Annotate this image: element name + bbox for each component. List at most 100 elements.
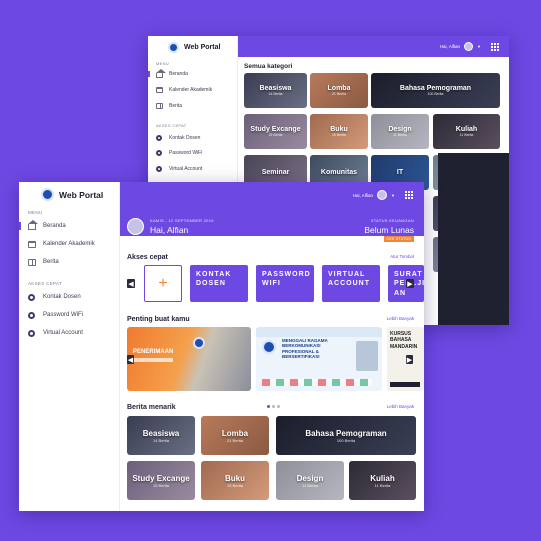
category-name: Design [388, 126, 412, 133]
sidebar-item-berita[interactable]: Berita [148, 101, 238, 111]
category-tile[interactable]: Buku 15 Berita [310, 114, 368, 149]
campus-logo-icon [262, 340, 276, 354]
menu-label: MENU [156, 61, 169, 66]
category-tile[interactable]: Design 11 Berita [371, 114, 429, 149]
banner-header [256, 327, 382, 337]
important-more-link[interactable]: Lebih Banyak [387, 316, 414, 321]
category-tile[interactable]: Study Excange 15 Berita [244, 114, 307, 149]
category-name: Kuliah [370, 473, 395, 483]
category-tile[interactable]: Beasiswa 14 Berita [127, 416, 195, 455]
sidebar-item-label: Kalender Akademik [169, 87, 213, 93]
shortcut-kontak-dosen[interactable]: KONTAK DOSEN [190, 265, 248, 302]
category-tile[interactable]: Beasiswa 14 Berita [244, 73, 307, 108]
category-name: Study Excange [250, 126, 301, 133]
category-name: Kuliah [455, 126, 478, 133]
brand-title: Web Portal [59, 189, 104, 200]
greeting: Hai, Alfian [150, 225, 189, 235]
news-title: Berita menarik [127, 404, 176, 411]
home-icon [28, 220, 38, 230]
sidebar-item-virtual-account[interactable]: Virtual Account [148, 164, 238, 174]
user-greeting: Hai, Alfian [352, 192, 374, 198]
logo-icon [41, 188, 54, 201]
category-tile[interactable]: Bahasa Pemograman 100 Berita [371, 73, 500, 108]
sidebar: Web Portal MENU Beranda Kalender Akademi… [19, 182, 120, 511]
add-shortcut-button[interactable]: + [144, 265, 182, 302]
category-tile[interactable]: Buku 15 Berita [201, 461, 269, 500]
calendar-icon [156, 87, 163, 93]
status-label: STATUS KEUANGAN [370, 218, 414, 223]
category-count: 11 Berita [393, 133, 407, 137]
category-tile[interactable]: Lomba 21 Berita [310, 73, 368, 108]
banner-penerimaan[interactable]: PENERIMAAN [127, 327, 251, 391]
chevron-right-icon[interactable]: ▶ [406, 355, 413, 364]
chevron-down-icon[interactable]: ▼ [391, 193, 395, 198]
date-label: KAMIS - 12 SEPTEMBER 2019 [150, 218, 214, 223]
banner-text: PENERIMAAN [133, 349, 174, 355]
avatar[interactable] [464, 42, 474, 51]
sidebar-item-kalender[interactable]: Kalender Akademik [148, 85, 238, 95]
category-count: 11 Berita [374, 482, 391, 488]
sidebar-item-kalender[interactable]: Kalender Akademik [19, 238, 120, 250]
sidebar-item-beranda[interactable]: Beranda [19, 220, 120, 232]
category-name: Seminar [261, 169, 290, 176]
brand[interactable]: Web Portal [168, 42, 220, 53]
category-tile[interactable]: Design 11 Berita [276, 461, 344, 500]
category-count: 21 Berita [331, 92, 346, 96]
manage-buttons-link[interactable]: Atur Tombol [390, 254, 414, 259]
sidebar-item-label: Berita [43, 259, 59, 265]
carousel-dots[interactable] [267, 395, 282, 413]
sidebar-item-beranda[interactable]: Beranda [148, 68, 238, 79]
circle-icon [28, 329, 35, 337]
category-count: 100 Berita [427, 92, 444, 96]
sidebar-item-kontak-dosen[interactable]: Kontak Dosen [19, 291, 120, 303]
category-tile[interactable]: Lomba 21 Berita [201, 416, 269, 455]
user-menu[interactable]: Hai, Alfian ▼ [353, 190, 413, 200]
sidebar-item-password-wifi[interactable]: Password WiFi [19, 309, 120, 321]
chevron-right-icon[interactable]: ▶ [406, 279, 414, 288]
grid-icon[interactable] [405, 191, 413, 199]
banner-title: KURSUS BAHASA MANDARIN [390, 331, 418, 350]
status-value: Belum Lunas [364, 225, 414, 235]
chevron-left-icon[interactable]: ◀ [127, 279, 135, 288]
circle-icon [156, 135, 162, 141]
quick-label: AKSES CEPAT [28, 281, 62, 286]
sidebar-item-virtual-account[interactable]: Virtual Account [19, 327, 120, 339]
category-name: Design [296, 473, 324, 483]
grid-icon[interactable] [491, 42, 499, 51]
brand-title: Web Portal [184, 44, 221, 51]
sidebar-item-berita[interactable]: Berita [19, 256, 120, 268]
home-icon [156, 68, 166, 78]
category-count: 15 Berita [268, 133, 283, 137]
book-icon [28, 258, 36, 266]
avatar[interactable] [377, 190, 388, 200]
shortcut-password-wifi[interactable]: PASSWORD WIFI [256, 265, 314, 302]
category-count: 11 Berita [302, 482, 318, 488]
sidebar-item-label: Kontak Dosen [43, 294, 81, 300]
status-badge[interactable]: CEK STATUS [383, 236, 414, 242]
shortcut-virtual-account[interactable]: VIRTUAL ACCOUNT [322, 265, 380, 302]
category-tile[interactable]: Kuliah 11 Berita [349, 461, 416, 500]
circle-icon [156, 150, 162, 156]
quick-label: AKSES CEPAT [156, 123, 187, 128]
brand[interactable]: Web Portal [41, 188, 103, 201]
category-tile[interactable]: Study Excange 15 Berita [127, 461, 195, 500]
category-name: Bahasa Pemograman [399, 85, 472, 92]
profile-avatar[interactable] [127, 218, 144, 235]
category-name: Lomba [327, 85, 351, 92]
calendar-icon [28, 240, 36, 248]
sidebar-item-kontak-dosen[interactable]: Kontak Dosen [148, 133, 238, 143]
top-bar: Hai, Alfian ▼ [238, 36, 509, 57]
sidebar-item-password-wifi[interactable]: Password WiFi [148, 148, 238, 158]
banner-bar [133, 358, 173, 362]
chevron-left-icon[interactable]: ◀ [127, 355, 134, 364]
chevron-down-icon[interactable]: ▼ [477, 44, 481, 49]
user-greeting: Hai, Alfian [439, 44, 461, 49]
banner-seminar[interactable]: MENGGALI RAGAMA BERKOMUNIKASI PROFESIONA… [256, 327, 382, 391]
category-count: 15 Berita [152, 482, 169, 488]
speaker-photo [356, 341, 378, 371]
news-more-link[interactable]: Lebih Banyak [387, 404, 414, 409]
category-tile[interactable]: Kuliah 11 Berita [433, 114, 500, 149]
code-backdrop [438, 153, 509, 325]
category-name: IT [396, 169, 404, 176]
category-tile[interactable]: Bahasa Pemograman 100 Berita [276, 416, 416, 455]
